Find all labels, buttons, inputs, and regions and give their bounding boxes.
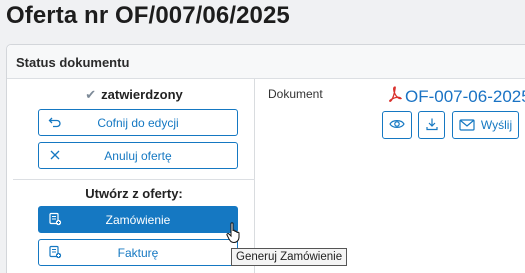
check-icon: ✔ xyxy=(85,87,97,102)
send-email-button[interactable]: Wyślij xyxy=(452,111,519,139)
create-order-button[interactable]: Zamówienie xyxy=(38,206,238,233)
undo-to-edit-label: Cofnij do edycji xyxy=(97,115,179,130)
envelope-icon xyxy=(459,119,475,131)
create-invoice-label: Fakturę xyxy=(117,245,159,260)
download-icon xyxy=(425,117,439,134)
document-label: Dokument xyxy=(268,87,323,101)
panel-header: Status dokumentu xyxy=(7,45,525,79)
create-from-offer-heading: Utwórz z oferty: xyxy=(85,186,183,201)
cancel-offer-label: Anuluj ofertę xyxy=(104,148,172,163)
cancel-offer-button[interactable]: Anuluj ofertę xyxy=(38,142,238,169)
tooltip: Generuj Zamówienie xyxy=(231,248,348,266)
section-divider xyxy=(13,179,255,180)
preview-button[interactable] xyxy=(382,111,412,139)
status-indicator: ✔ zatwierdzony xyxy=(13,87,255,103)
send-email-label: Wyślij xyxy=(480,118,513,132)
create-document-icon xyxy=(48,212,62,226)
pdf-icon xyxy=(388,86,403,107)
document-file-link[interactable]: OF-007-06-2025 xyxy=(388,86,525,107)
hand-pointer-icon xyxy=(226,222,244,249)
create-invoice-button[interactable]: Fakturę xyxy=(38,239,238,266)
eye-icon xyxy=(389,118,405,133)
document-file-name: OF-007-06-2025 xyxy=(405,86,525,106)
page-title: Oferta nr OF/007/06/2025 xyxy=(6,2,290,29)
status-text: zatwierdzony xyxy=(101,87,183,102)
document-status-panel: Status dokumentu ✔ zatwierdzony Cofnij do… xyxy=(6,44,525,273)
create-order-label: Zamówienie xyxy=(105,212,171,227)
document-column: Dokument OF-007-06-2025 Wyślij xyxy=(263,79,525,273)
download-button[interactable] xyxy=(418,111,445,139)
status-actions-column: ✔ zatwierdzony Cofnij do edycji Anuluj of… xyxy=(13,79,255,273)
close-icon xyxy=(48,148,62,162)
create-document-icon xyxy=(48,245,62,259)
undo-icon xyxy=(48,115,62,129)
undo-to-edit-button[interactable]: Cofnij do edycji xyxy=(38,109,238,136)
